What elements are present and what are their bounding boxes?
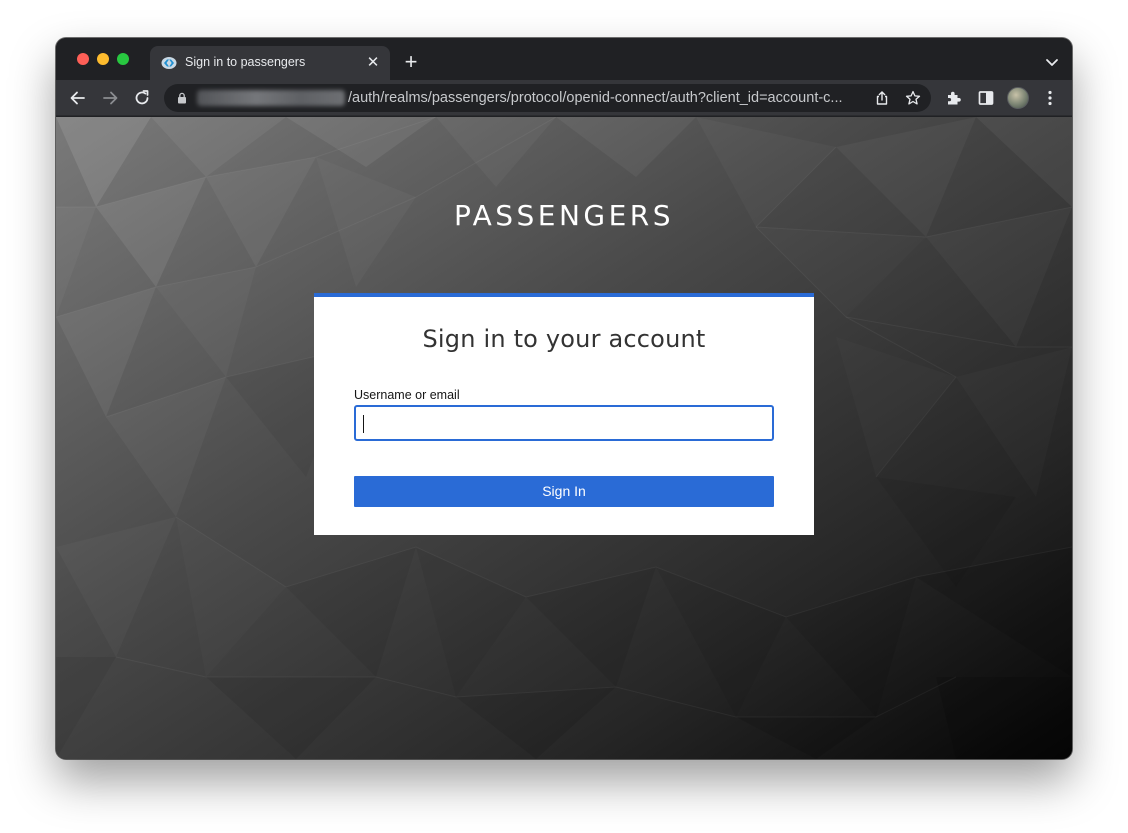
username-label: Username or email [354, 388, 460, 402]
reload-icon[interactable] [132, 88, 152, 108]
sign-in-button[interactable]: Sign In [354, 476, 774, 507]
more-menu-icon[interactable] [1040, 88, 1060, 108]
address-bar[interactable]: /auth/realms/passengers/protocol/openid-… [164, 84, 931, 112]
browser-window: Sign in to passengers ✕ + /auth/realms/p… [56, 38, 1072, 759]
tab-title: Sign in to passengers [185, 55, 306, 69]
login-card: Sign in to your account Username or emai… [314, 293, 814, 535]
window-maximize-button[interactable] [117, 53, 129, 65]
realm-title: PASSENGERS [453, 199, 675, 232]
keycloak-favicon-icon [161, 57, 177, 69]
page-content: PASSENGERS Sign in to your account Usern… [56, 117, 1072, 759]
url-host-redacted [197, 90, 345, 106]
extensions-puzzle-icon[interactable] [944, 88, 964, 108]
side-panel-icon[interactable] [976, 88, 996, 108]
share-icon[interactable] [874, 90, 890, 106]
tab-strip: Sign in to passengers ✕ + [56, 38, 1072, 80]
text-caret [363, 415, 364, 433]
back-arrow-icon[interactable] [68, 88, 88, 108]
lock-icon[interactable] [176, 92, 188, 104]
login-heading: Sign in to your account [422, 325, 706, 353]
new-tab-button[interactable]: + [400, 51, 422, 74]
tab-active[interactable]: Sign in to passengers ✕ [150, 46, 390, 80]
browser-toolbar: /auth/realms/passengers/protocol/openid-… [56, 80, 1072, 116]
forward-arrow-icon[interactable] [100, 88, 120, 108]
url-text: /auth/realms/passengers/protocol/openid-… [348, 90, 843, 106]
tab-search-chevron-icon[interactable] [1044, 54, 1060, 70]
profile-avatar[interactable] [1007, 87, 1029, 109]
username-input[interactable] [354, 405, 774, 441]
window-minimize-button[interactable] [97, 53, 109, 65]
tab-close-icon[interactable]: ✕ [364, 54, 382, 72]
window-close-button[interactable] [77, 53, 89, 65]
bookmark-star-icon[interactable] [905, 90, 921, 106]
